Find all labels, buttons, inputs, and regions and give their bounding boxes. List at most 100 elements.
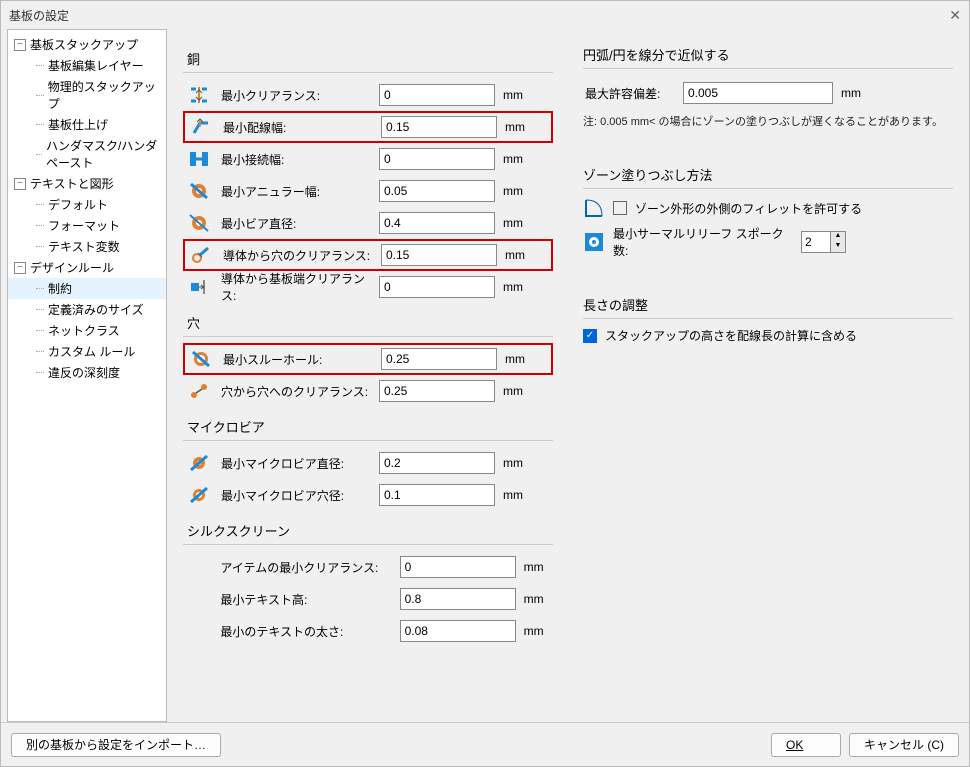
collapse-icon[interactable]: −: [14, 262, 26, 274]
arc-title: 円弧/円を線分で近似する: [583, 39, 953, 69]
unit-mm: mm: [503, 488, 531, 502]
unit-mm: mm: [503, 384, 531, 398]
constraint-row: アイテムの最小クリアランス: mm: [183, 551, 553, 583]
constraint-row: 最小マイクロビア直径: mm: [183, 447, 553, 479]
close-icon[interactable]: ✕: [949, 7, 961, 24]
constraint-label: 最小のテキストの太さ:: [220, 623, 391, 640]
tree-item-mask-paste[interactable]: ハンダマスク/ハンダペースト: [8, 135, 166, 173]
constraint-row: 導体から穴のクリアランス: mm: [183, 239, 553, 271]
constraint-label: 導体から基板端クリアランス:: [221, 270, 371, 304]
constraint-input[interactable]: [379, 380, 495, 402]
unit-mm: mm: [524, 624, 551, 638]
length-title: 長さの調整: [583, 289, 953, 319]
tree-item-predefined-sizes[interactable]: 定義済みのサイズ: [8, 299, 166, 320]
section-hole-title: 穴: [183, 303, 553, 337]
constraint-input[interactable]: [379, 212, 495, 234]
zone-fillet-label: ゾーン外形の外側のフィレットを許可する: [635, 200, 862, 217]
unit-mm: mm: [505, 352, 533, 366]
collapse-icon[interactable]: −: [14, 39, 26, 51]
constraint-label: 最小マイクロビア穴径:: [221, 487, 371, 504]
unit-mm: mm: [503, 280, 531, 294]
zone-title: ゾーン塗りつぶし方法: [583, 159, 953, 189]
tree-item-custom-rules[interactable]: カスタム ルール: [8, 341, 166, 362]
constraint-icon: [187, 347, 215, 371]
collapse-icon[interactable]: −: [14, 178, 26, 190]
unit-mm: mm: [503, 152, 531, 166]
constraint-input[interactable]: [379, 180, 495, 202]
thermal-spoke-icon: [583, 231, 605, 253]
unit-mm: mm: [503, 184, 531, 198]
spin-down-icon[interactable]: ▼: [831, 242, 845, 252]
constraint-label: 最小テキスト高:: [220, 591, 391, 608]
tree-item-text-vars[interactable]: テキスト変数: [8, 236, 166, 257]
ok-button[interactable]: OK: [771, 733, 841, 757]
constraint-input[interactable]: [400, 620, 516, 642]
import-button[interactable]: 別の基板から設定をインポート…: [11, 733, 221, 757]
constraint-row: 最小テキスト高:mm: [183, 583, 553, 615]
unit-mm: mm: [505, 248, 533, 262]
constraint-icon: [185, 179, 213, 203]
length-stackup-label: スタックアップの高さを配線長の計算に含める: [605, 327, 857, 344]
cancel-button[interactable]: キャンセル (C): [849, 733, 959, 757]
constraint-input[interactable]: [400, 588, 516, 610]
arc-note: 注: 0.005 mm< の場合にゾーンの塗りつぶしが遅くなることがあります。: [583, 113, 953, 129]
constraint-icon: [185, 379, 213, 403]
tree-item-layers[interactable]: 基板編集レイヤー: [8, 55, 166, 76]
constraint-row: 最小接続幅:mm: [183, 143, 553, 175]
constraint-row: 最小クリアランス:mm: [183, 79, 553, 111]
constraint-label: 最小アニュラー幅:: [221, 183, 371, 200]
constraint-input[interactable]: [381, 348, 497, 370]
constraint-icon: [185, 83, 213, 107]
constraint-icon: [185, 483, 213, 507]
constraint-input[interactable]: [400, 556, 516, 578]
constraint-input[interactable]: [381, 244, 497, 266]
length-stackup-checkbox[interactable]: ✓: [583, 329, 597, 343]
constraint-icon: [185, 147, 213, 171]
tree-item-format[interactable]: フォーマット: [8, 215, 166, 236]
tree-group-stackup[interactable]: −基板スタックアップ: [8, 34, 166, 55]
constraint-label: 穴から穴へのクリアランス:: [221, 383, 371, 400]
arc-tolerance-input[interactable]: [683, 82, 833, 104]
constraint-label: 最小マイクロビア直径:: [221, 455, 371, 472]
zone-fillet-icon: [583, 197, 605, 219]
section-silk-title: シルクスクリーン: [183, 511, 553, 545]
constraint-row: 最小配線幅:mm: [183, 111, 553, 143]
constraint-icon: [185, 275, 213, 299]
constraint-row: 導体から基板端クリアランス: mm: [183, 271, 553, 303]
tree-item-default[interactable]: デフォルト: [8, 194, 166, 215]
arc-label: 最大許容偏差:: [585, 85, 675, 102]
constraint-row: 最小スルーホール:mm: [183, 343, 553, 375]
constraint-label: アイテムの最小クリアランス:: [220, 559, 391, 576]
constraint-label: 導体から穴のクリアランス:: [223, 247, 373, 264]
unit-mm: mm: [503, 216, 531, 230]
unit-mm: mm: [503, 88, 531, 102]
constraint-input[interactable]: [379, 84, 495, 106]
constraint-input[interactable]: [379, 276, 495, 298]
tree-item-physical-stackup[interactable]: 物理的スタックアップ: [8, 76, 166, 114]
tree-group-text[interactable]: −テキストと図形: [8, 173, 166, 194]
constraint-input[interactable]: [379, 148, 495, 170]
tree-item-constraints[interactable]: 制約: [8, 278, 166, 299]
zone-fillet-checkbox[interactable]: [613, 201, 627, 215]
unit-mm: mm: [524, 560, 551, 574]
spin-up-icon[interactable]: ▲: [831, 232, 845, 242]
section-uvia-title: マイクロビア: [183, 407, 553, 441]
constraint-input[interactable]: [379, 484, 495, 506]
unit-mm: mm: [841, 86, 869, 100]
tree-item-violation-severity[interactable]: 違反の深刻度: [8, 362, 166, 383]
unit-mm: mm: [505, 120, 533, 134]
thermal-label: 最小サーマルリリーフ スポーク数:: [613, 225, 793, 259]
tree-group-design-rules[interactable]: −デザインルール: [8, 257, 166, 278]
constraint-icon: [187, 243, 215, 267]
constraint-input[interactable]: [381, 116, 497, 138]
constraint-label: 最小ビア直径:: [221, 215, 371, 232]
constraint-row: 最小アニュラー幅: mm: [183, 175, 553, 207]
tree-item-finish[interactable]: 基板仕上げ: [8, 114, 166, 135]
nav-tree: −基板スタックアップ 基板編集レイヤー 物理的スタックアップ 基板仕上げ ハンダ…: [7, 29, 167, 722]
constraint-row: 最小のテキストの太さ: mm: [183, 615, 553, 647]
window-title: 基板の設定: [9, 7, 69, 24]
unit-mm: mm: [503, 456, 531, 470]
tree-item-netclass[interactable]: ネットクラス: [8, 320, 166, 341]
constraint-input[interactable]: [379, 452, 495, 474]
thermal-spoke-input[interactable]: [801, 231, 831, 253]
